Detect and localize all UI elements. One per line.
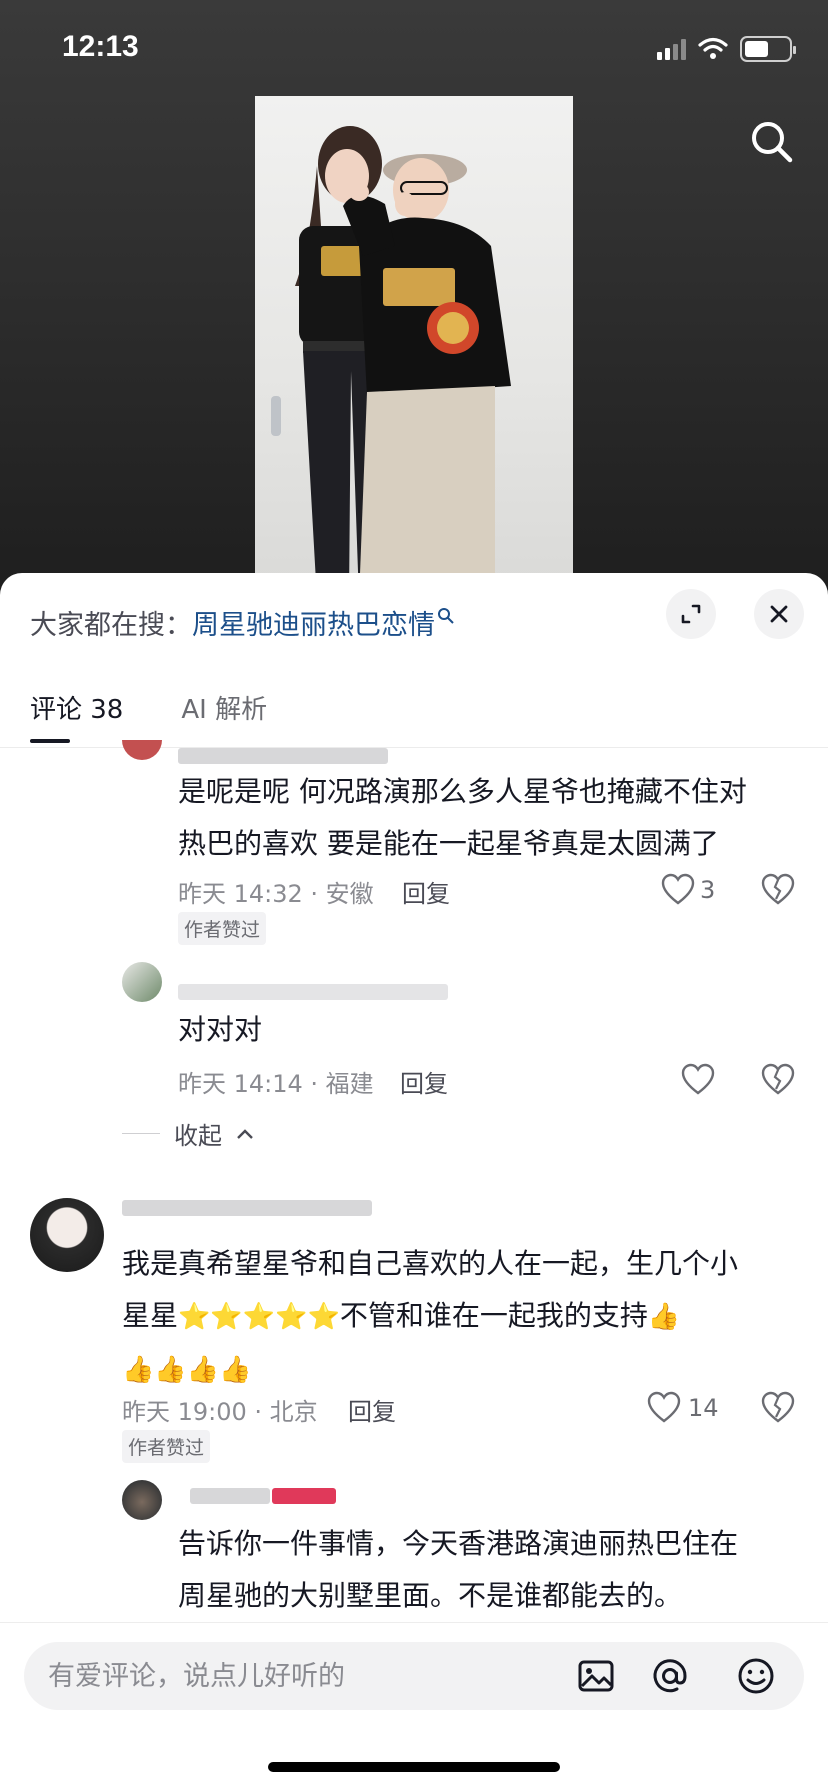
- trending-search-keyword[interactable]: 周星驰迪丽热巴恋情: [192, 610, 435, 641]
- username-blurred[interactable]: [122, 1200, 372, 1216]
- author-liked-badge: 作者赞过: [178, 912, 267, 945]
- signal-icon: [657, 38, 686, 60]
- search-icon[interactable]: [748, 118, 796, 166]
- trending-search-label: 大家都在搜：: [30, 610, 192, 641]
- comment-text: 对对对: [178, 1013, 263, 1046]
- comment-input-bar[interactable]: [24, 1642, 804, 1710]
- comment-text: 告诉你一件事情，今天香港路演迪丽热巴住在 周星驰的大别墅里面。不是谁都能去的。: [178, 1527, 739, 1612]
- collapse-label: 收起: [174, 1122, 222, 1150]
- star-emoji-icon: ⭐⭐⭐⭐⭐: [178, 1302, 340, 1332]
- comment-text: 我是真希望星爷和自己喜欢的人在一起，生几个小 星星⭐⭐⭐⭐⭐不管和谁在一起我的支…: [122, 1238, 738, 1396]
- broken-heart-icon[interactable]: [760, 1062, 796, 1098]
- home-indicator: [268, 1762, 560, 1772]
- search-small-icon: [438, 608, 454, 624]
- collapse-replies-button[interactable]: 收起: [122, 1116, 254, 1151]
- video-area[interactable]: 12:13: [0, 0, 828, 600]
- heart-icon[interactable]: [646, 1390, 682, 1426]
- expand-button[interactable]: [666, 589, 716, 639]
- expand-icon: [681, 604, 701, 624]
- wifi-icon: [698, 37, 728, 59]
- username-blurred[interactable]: [178, 748, 388, 764]
- trending-search-row[interactable]: 大家都在搜：周星驰迪丽热巴恋情: [30, 603, 455, 642]
- username-blurred[interactable]: [178, 984, 448, 1000]
- video-image: [271, 126, 511, 600]
- image-icon[interactable]: [576, 1656, 616, 1696]
- reply-button[interactable]: 回复: [348, 1392, 396, 1427]
- chevron-up-icon: [237, 1128, 253, 1139]
- collapse-divider: [122, 1133, 160, 1134]
- username-blurred[interactable]: [190, 1488, 270, 1504]
- status-time: 12:13: [62, 30, 139, 63]
- like-count: 3: [700, 876, 716, 904]
- broken-heart-icon[interactable]: [760, 1390, 796, 1426]
- close-button[interactable]: [754, 589, 804, 639]
- status-icons: [657, 36, 796, 62]
- tab-ai-analysis[interactable]: AI 解析: [181, 689, 267, 726]
- thumbs-up-emoji-icon: 👍: [647, 1302, 681, 1332]
- reply-button[interactable]: 回复: [402, 874, 450, 909]
- broken-heart-icon[interactable]: [760, 872, 796, 908]
- comment-meta: 昨天 19:00 · 北京: [122, 1398, 318, 1426]
- tab-comments[interactable]: 评论 38: [30, 689, 123, 743]
- reply-button[interactable]: 回复: [400, 1064, 448, 1099]
- comment-meta: 昨天 14:32 · 安徽: [178, 880, 374, 908]
- comment-input[interactable]: [48, 1642, 548, 1710]
- at-icon[interactable]: [650, 1656, 690, 1696]
- heart-icon[interactable]: [660, 872, 696, 908]
- close-icon: [770, 605, 788, 623]
- author-liked-badge: 作者赞过: [122, 1430, 211, 1463]
- emoji-icon[interactable]: [736, 1656, 776, 1696]
- comment-meta: 昨天 14:14 · 福建: [178, 1070, 374, 1098]
- comment-text: 是呢是呢 何况路演那么多人星爷也掩藏不住对 热巴的喜欢 要是能在一起星爷真是太圆…: [178, 775, 747, 860]
- like-count: 14: [688, 1394, 719, 1422]
- avatar[interactable]: [122, 962, 162, 1002]
- video-frame[interactable]: [255, 96, 573, 600]
- user-badge-blurred: [272, 1488, 336, 1504]
- avatar[interactable]: [30, 1198, 104, 1272]
- thumbs-up-emoji-icon: 👍👍👍👍: [122, 1355, 252, 1385]
- battery-icon: [740, 36, 796, 62]
- tab-bar: 评论 38 AI 解析: [30, 689, 267, 743]
- avatar[interactable]: [122, 1480, 162, 1520]
- active-tab-indicator: [30, 739, 70, 743]
- heart-icon[interactable]: [680, 1062, 716, 1098]
